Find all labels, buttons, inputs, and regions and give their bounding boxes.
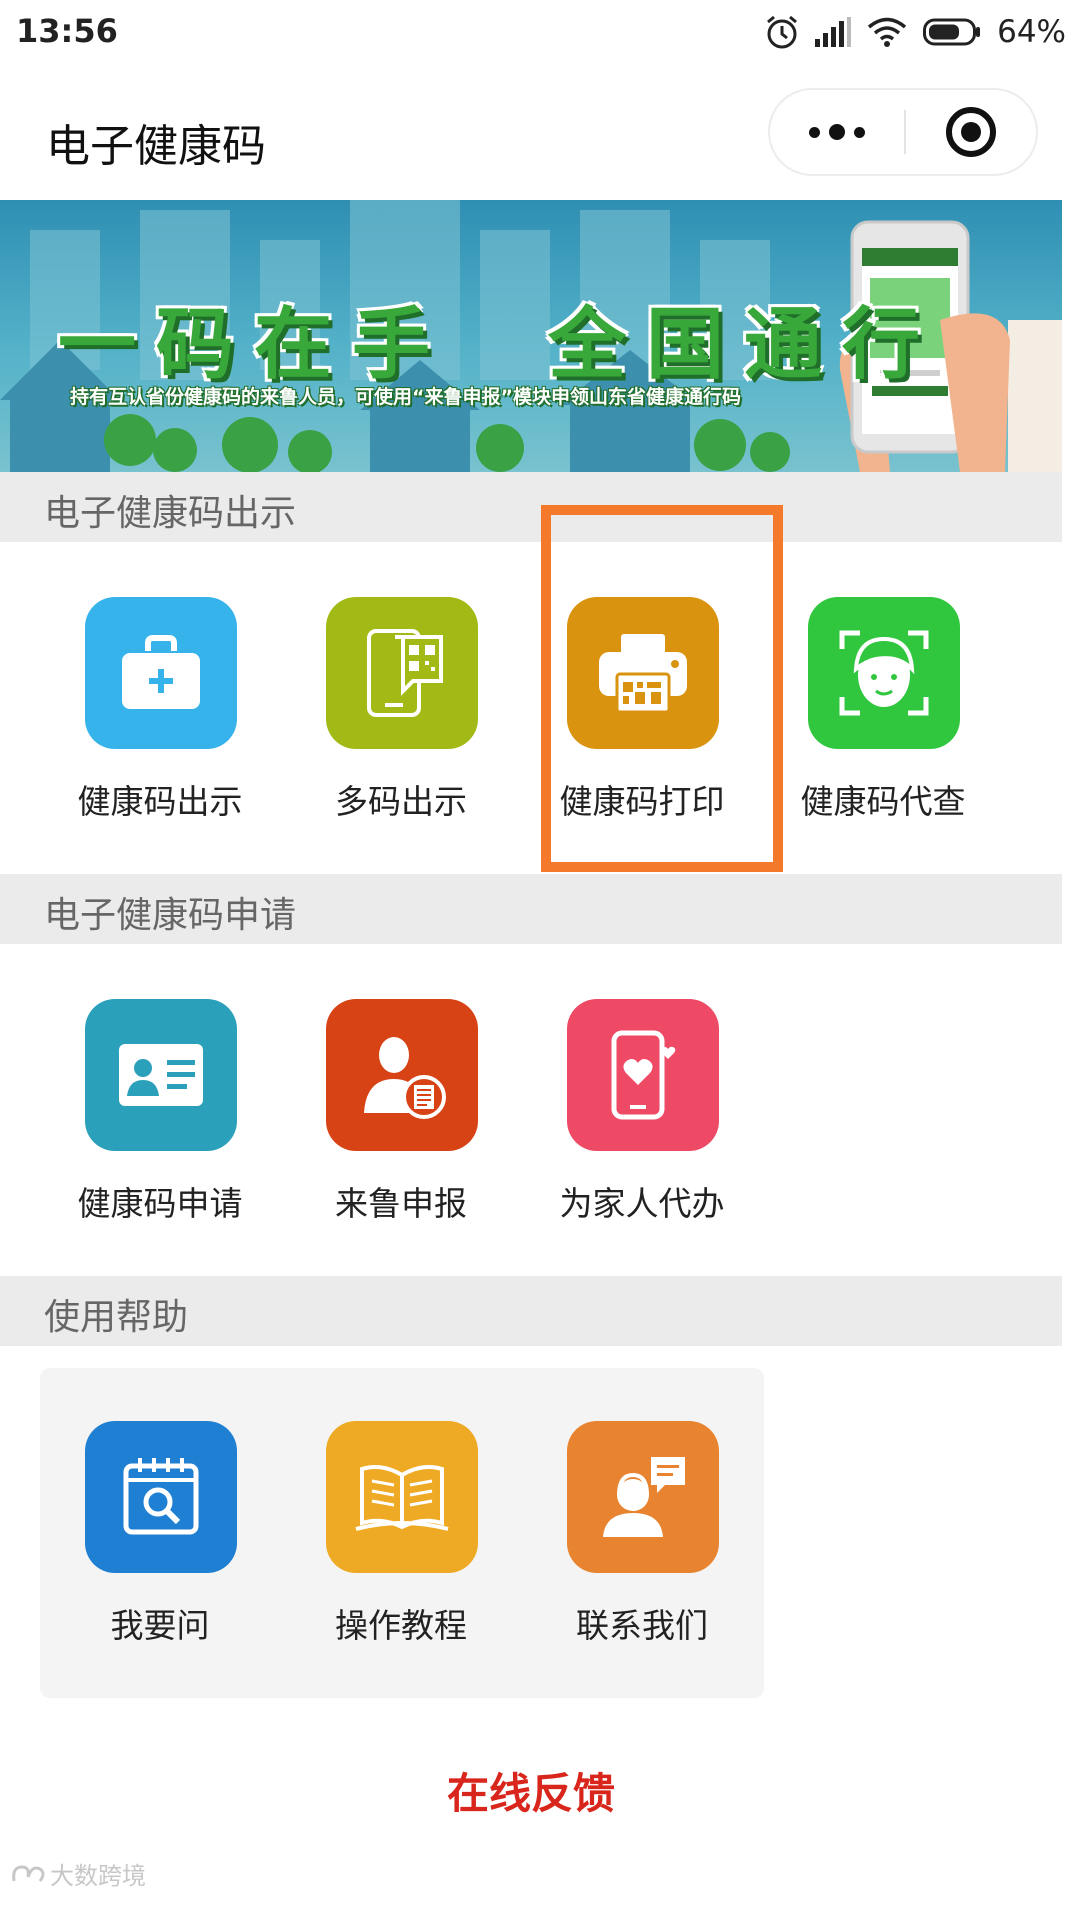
phone-qr-icon bbox=[326, 597, 478, 749]
grid-item-label: 联系我们 bbox=[576, 1606, 708, 1645]
signal-icon bbox=[815, 17, 852, 47]
section-header-apply: 电子健康码申请 bbox=[0, 874, 1062, 944]
grid-item-label: 健康码代查 bbox=[800, 782, 966, 821]
grid-item-apply-code[interactable]: 健康码申请 bbox=[40, 999, 280, 1229]
status-icons: 64% bbox=[765, 10, 1066, 54]
grid-item-contact[interactable]: 联系我们 bbox=[522, 1421, 762, 1651]
person-document-icon bbox=[326, 999, 478, 1151]
customer-service-icon bbox=[567, 1421, 719, 1573]
medical-kit-icon bbox=[85, 597, 237, 749]
face-scan-icon bbox=[808, 597, 960, 749]
grid-item-label: 操作教程 bbox=[335, 1606, 467, 1645]
mini-program-capsule bbox=[768, 88, 1038, 176]
banner-slogan: 一码在手 全国通行 bbox=[56, 299, 941, 392]
online-feedback-link[interactable]: 在线反馈 bbox=[0, 1760, 1062, 1821]
grid-item-label: 健康码申请 bbox=[77, 1184, 243, 1223]
grid-item-label: 为家人代办 bbox=[559, 1184, 725, 1223]
section-title: 电子健康码申请 bbox=[44, 895, 297, 936]
status-bar: 13:56 64% bbox=[0, 0, 1080, 64]
grid-item-tutorial[interactable]: 操作教程 bbox=[281, 1421, 521, 1651]
section-header-help: 使用帮助 bbox=[0, 1276, 1062, 1346]
calendar-search-icon bbox=[85, 1421, 237, 1573]
section-header-show: 电子健康码出示 bbox=[0, 472, 1062, 542]
grid-item-show-code[interactable]: 健康码出示 bbox=[40, 597, 280, 827]
close-target-icon[interactable] bbox=[904, 90, 1038, 174]
watermark-logo-icon bbox=[12, 1864, 45, 1882]
grid-item-multi-code[interactable]: 多码出示 bbox=[281, 597, 521, 827]
more-icon[interactable] bbox=[770, 90, 904, 174]
phone-heart-icon bbox=[567, 999, 719, 1151]
banner-subtitle: 持有互认省份健康码的来鲁人员，可使用“来鲁申报”模块申领山东省健康通行码 bbox=[70, 386, 741, 408]
alarm-icon bbox=[765, 14, 799, 50]
highlight-annotation-box bbox=[541, 505, 783, 872]
grid-item-arrival-declare[interactable]: 来鲁申报 bbox=[281, 999, 521, 1229]
page-title: 电子健康码 bbox=[46, 121, 266, 172]
promo-banner[interactable]: 一码在手 全国通行 持有互认省份健康码的来鲁人员，可使用“来鲁申报”模块申领山东… bbox=[0, 200, 1062, 472]
grid-item-proxy-check[interactable]: 健康码代查 bbox=[763, 597, 1003, 827]
watermark-text: 大数跨境 bbox=[50, 1862, 146, 1890]
battery-icon bbox=[923, 17, 981, 47]
wifi-icon bbox=[867, 16, 907, 48]
grid-item-ask[interactable]: 我要问 bbox=[40, 1421, 280, 1651]
grid-item-label: 多码出示 bbox=[335, 782, 467, 821]
battery-percent: 64% bbox=[997, 14, 1066, 50]
grid-item-label: 我要问 bbox=[110, 1606, 210, 1645]
section-title: 电子健康码出示 bbox=[44, 493, 297, 534]
watermark: 大数跨境 bbox=[10, 1856, 146, 1891]
navigation-bar: 电子健康码 bbox=[0, 64, 1080, 200]
grid-item-label: 来鲁申报 bbox=[335, 1184, 467, 1223]
grid-item-family-proxy[interactable]: 为家人代办 bbox=[522, 999, 762, 1229]
section-title: 使用帮助 bbox=[44, 1297, 189, 1338]
id-card-icon bbox=[85, 999, 237, 1151]
grid-item-label: 健康码出示 bbox=[77, 782, 243, 821]
status-time: 13:56 bbox=[16, 12, 118, 50]
open-book-icon bbox=[326, 1421, 478, 1573]
